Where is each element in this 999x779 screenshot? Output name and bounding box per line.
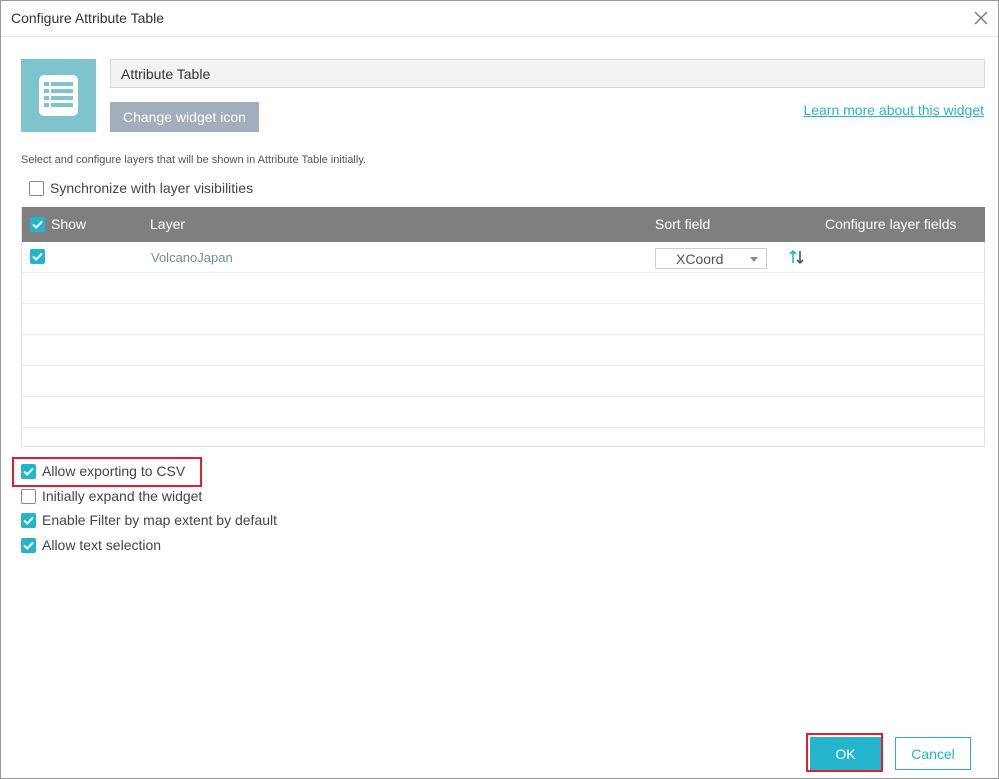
sort-field-select[interactable]: XCoord	[655, 248, 767, 269]
cancel-button[interactable]: Cancel	[895, 737, 971, 770]
expand-widget-label: Initially expand the widget	[42, 488, 203, 504]
text-selection-checkbox[interactable]	[21, 538, 36, 553]
widget-name-input[interactable]	[110, 59, 985, 88]
sort-field-value: XCoord	[676, 251, 724, 267]
table-row	[22, 273, 985, 304]
expand-widget-checkbox[interactable]	[21, 489, 36, 504]
layer-name: VolcanoJapan	[151, 250, 233, 265]
show-all-checkbox[interactable]	[30, 217, 45, 232]
ok-button[interactable]: OK	[810, 737, 881, 770]
change-widget-icon-button[interactable]: Change widget icon	[110, 102, 259, 132]
configure-dialog: Configure Attribute Table Change widget …	[0, 0, 999, 779]
text-selection-label: Allow text selection	[42, 537, 162, 553]
close-icon[interactable]	[970, 7, 992, 29]
header-show: Show	[51, 216, 87, 232]
learn-more-link[interactable]: Learn more about this widget	[803, 102, 984, 118]
dialog-titlebar: Configure Attribute Table	[1, 1, 998, 37]
header-layer: Layer	[150, 216, 186, 232]
dialog-title: Configure Attribute Table	[11, 10, 165, 26]
filter-extent-checkbox[interactable]	[21, 513, 36, 528]
table-header: Show Layer Sort field Configure layer fi…	[22, 207, 985, 242]
layers-description: Select and configure layers that will be…	[21, 154, 367, 166]
table-row	[22, 304, 985, 335]
sync-visibility-label: Synchronize with layer visibilities	[50, 180, 254, 196]
export-csv-label: Allow exporting to CSV	[42, 463, 186, 479]
table-row: VolcanoJapan	[22, 242, 985, 273]
table-row	[22, 335, 985, 366]
layer-show-checkbox[interactable]	[30, 249, 45, 264]
header-sort-field: Sort field	[655, 216, 711, 232]
sync-visibility-checkbox[interactable]	[29, 181, 44, 196]
layers-table: Show Layer Sort field Configure layer fi…	[21, 207, 985, 447]
table-list-icon[interactable]	[21, 59, 96, 132]
export-csv-checkbox[interactable]	[21, 464, 36, 479]
chevron-down-icon	[750, 257, 758, 262]
table-row	[22, 397, 985, 428]
table-row	[22, 366, 985, 397]
header-configure-fields: Configure layer fields	[825, 216, 957, 232]
sort-asc-desc-icon[interactable]	[788, 248, 806, 266]
filter-extent-label: Enable Filter by map extent by default	[42, 512, 278, 528]
